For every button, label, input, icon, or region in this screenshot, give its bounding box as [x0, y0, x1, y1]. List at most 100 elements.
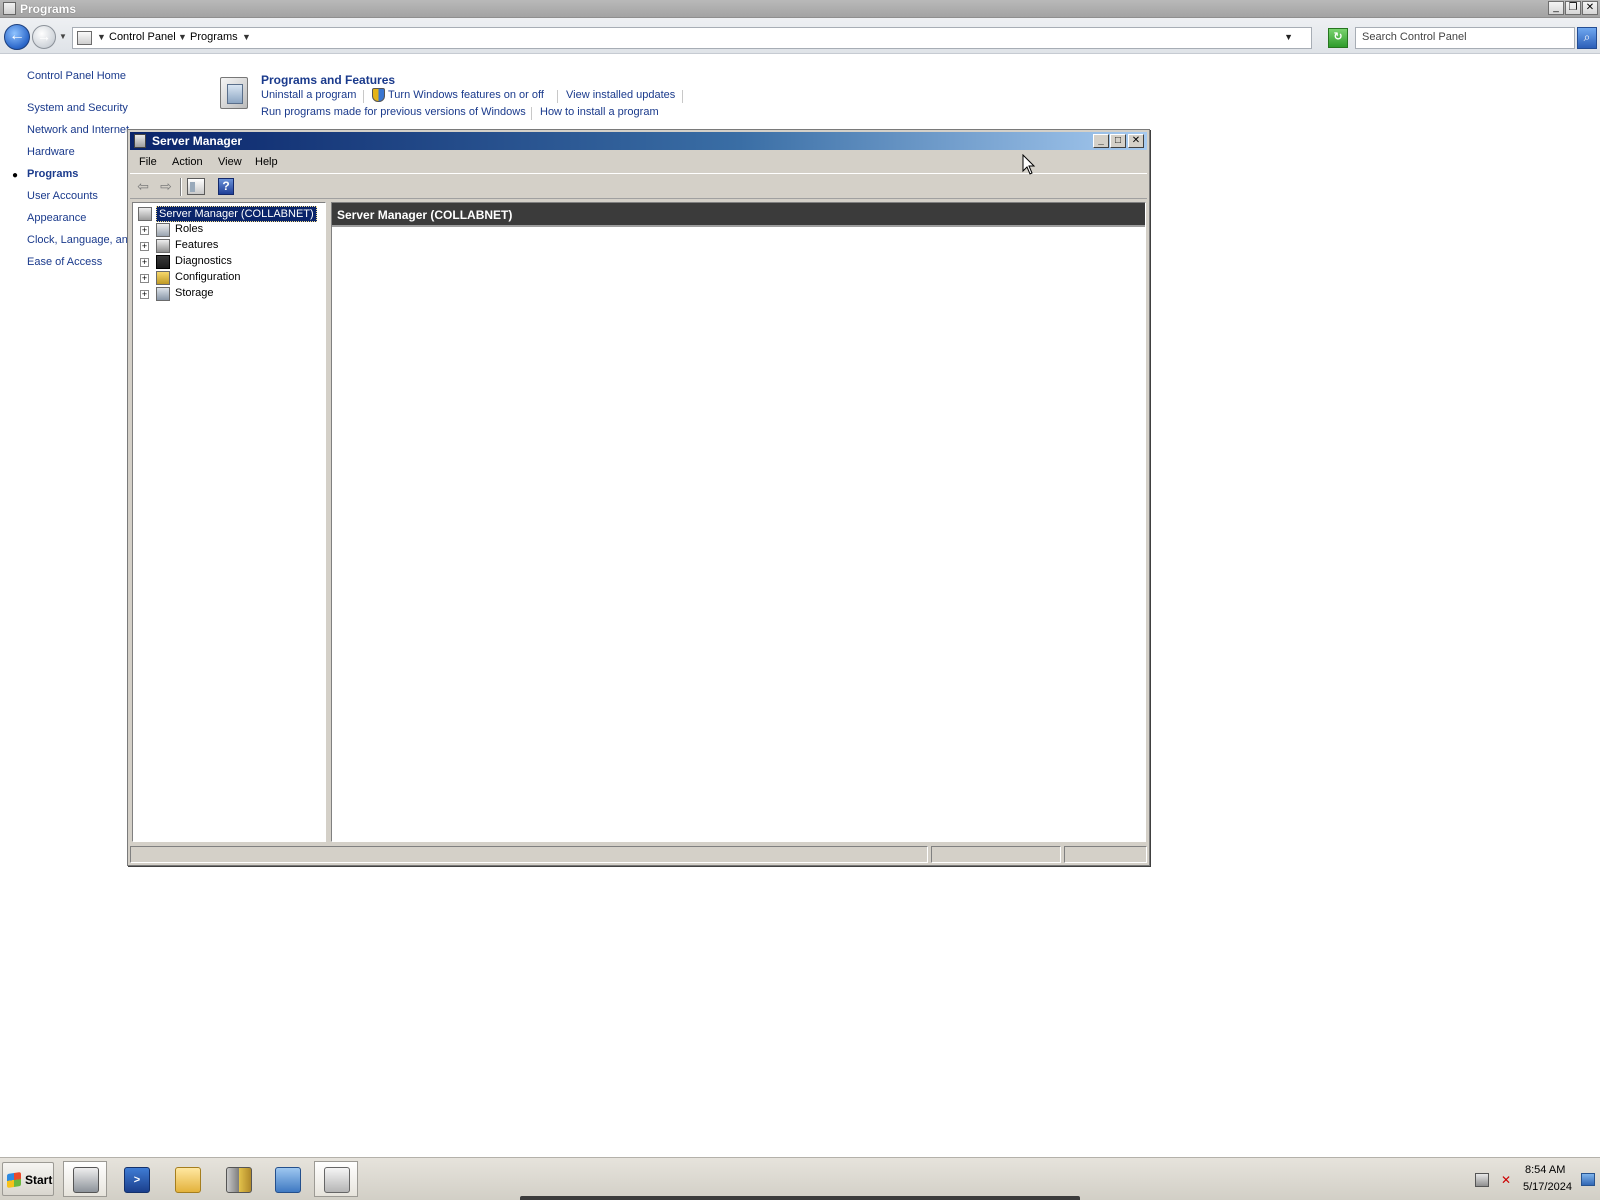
help-icon[interactable]: ? — [218, 178, 234, 195]
link-separator — [531, 107, 532, 120]
taskbar-admin-tools[interactable] — [216, 1161, 260, 1197]
start-button[interactable]: Start — [2, 1162, 54, 1196]
nav-user-accounts[interactable]: User Accounts — [27, 190, 98, 202]
uac-shield-icon — [372, 88, 385, 102]
tree-node-features[interactable]: + Features — [133, 238, 323, 254]
sm-close-button[interactable]: ✕ — [1128, 134, 1144, 148]
taskbar-control-panel[interactable] — [265, 1161, 309, 1197]
tree-label-features[interactable]: Features — [175, 239, 218, 251]
link-separator — [682, 90, 683, 103]
nav-clock-language-region[interactable]: Clock, Language, and Region — [27, 234, 130, 246]
search-input[interactable]: Search Control Panel — [1355, 27, 1575, 49]
breadcrumb-programs[interactable]: Programs — [190, 31, 238, 43]
tree-label-roles[interactable]: Roles — [175, 223, 203, 235]
diagnostics-icon — [156, 255, 170, 269]
clock-date[interactable]: 5/17/2024 — [1523, 1181, 1572, 1193]
expand-icon[interactable]: + — [140, 258, 149, 267]
nav-control-panel-home[interactable]: Control Panel Home — [27, 70, 126, 82]
tree-root-node[interactable]: Server Manager (COLLABNET) — [133, 206, 323, 222]
configuration-icon — [156, 271, 170, 285]
menu-action[interactable]: Action — [172, 156, 203, 168]
show-hide-console-tree-icon[interactable] — [187, 178, 205, 195]
breadcrumb-control-panel[interactable]: Control Panel — [109, 31, 176, 43]
taskbar-server-manager[interactable] — [63, 1161, 107, 1197]
server-manager-window-icon — [134, 134, 146, 148]
link-separator — [363, 90, 364, 103]
view-installed-updates-link[interactable]: View installed updates — [566, 89, 675, 101]
forward-arrow-icon[interactable]: ⇨ — [156, 178, 176, 196]
show-desktop-icon[interactable] — [1581, 1173, 1595, 1186]
notification-area: ✕ 8:54 AM 5/17/2024 — [1463, 1161, 1600, 1198]
windows-logo-icon — [7, 1172, 21, 1188]
server-icon — [138, 207, 152, 221]
tree-label-storage[interactable]: Storage — [175, 287, 214, 299]
taskbar-explorer[interactable] — [165, 1161, 209, 1197]
nav-ease-of-access[interactable]: Ease of Access — [27, 256, 102, 268]
server-manager-window: Server Manager _ □ ✕ File Action View He… — [127, 129, 1150, 866]
expand-icon[interactable]: + — [140, 274, 149, 283]
tree-label-configuration[interactable]: Configuration — [175, 271, 240, 283]
minimize-button[interactable]: _ — [1548, 1, 1564, 15]
how-to-install-link[interactable]: How to install a program — [540, 106, 659, 118]
address-dropdown-icon[interactable]: ▼ — [1284, 32, 1293, 42]
nav-appearance[interactable]: Appearance — [27, 212, 86, 224]
nav-hardware[interactable]: Hardware — [27, 146, 75, 158]
sm-minimize-button[interactable]: _ — [1093, 134, 1109, 148]
details-pane-header: Server Manager (COLLABNET) — [332, 203, 1145, 227]
volume-muted-icon[interactable]: ✕ — [1499, 1173, 1513, 1187]
refresh-icon[interactable]: ↻ — [1328, 28, 1348, 48]
tree-node-configuration[interactable]: + Configuration — [133, 270, 323, 286]
control-panel-titlebar[interactable]: Programs _ ❐ ✕ — [0, 0, 1600, 18]
nav-network-and-internet[interactable]: Network and Internet — [27, 124, 130, 136]
features-icon — [156, 239, 170, 253]
menu-bar: File Action View Help — [130, 152, 1147, 172]
control-panel-window-icon — [3, 2, 16, 15]
tools-icon — [226, 1167, 252, 1193]
taskbar-programs[interactable] — [314, 1161, 358, 1197]
expand-icon[interactable]: + — [140, 226, 149, 235]
link-separator — [557, 90, 558, 103]
programs-and-features-heading[interactable]: Programs and Features — [261, 73, 395, 87]
run-older-programs-link[interactable]: Run programs made for previous versions … — [261, 106, 526, 118]
console-tree: Server Manager (COLLABNET) + Roles + Fea… — [132, 202, 326, 842]
back-arrow-icon[interactable]: ⇦ — [133, 178, 153, 196]
back-arrow-icon[interactable]: ← — [4, 24, 30, 50]
toolbar-separator — [180, 178, 182, 196]
tree-label-diagnostics[interactable]: Diagnostics — [175, 255, 232, 267]
taskbar: Start > ✕ 8:54 AM 5/17/2024 — [0, 1157, 1600, 1200]
address-bar[interactable]: ▼ Control Panel ▼ Programs ▼ ▼ — [72, 27, 1312, 49]
expand-icon[interactable]: + — [140, 242, 149, 251]
turn-windows-features-link[interactable]: Turn Windows features on or off — [388, 89, 544, 101]
network-icon[interactable] — [1475, 1173, 1489, 1187]
current-page-bullet-icon: ● — [12, 170, 19, 181]
status-pane-2 — [931, 846, 1061, 863]
address-toolbar: ← → ▼ ▼ Control Panel ▼ Programs ▼ ▼ ↻ S… — [0, 18, 1600, 54]
clock-time[interactable]: 8:54 AM — [1525, 1164, 1565, 1176]
nav-programs[interactable]: Programs — [27, 168, 78, 180]
recent-pages-chevron-icon[interactable]: ▼ — [59, 32, 67, 41]
tree-node-diagnostics[interactable]: + Diagnostics — [133, 254, 323, 270]
taskbar-powershell[interactable]: > — [114, 1161, 158, 1197]
tree-root-label[interactable]: Server Manager (COLLABNET) — [156, 206, 317, 222]
nav-system-and-security[interactable]: System and Security — [27, 102, 128, 114]
expand-icon[interactable]: + — [140, 290, 149, 299]
server-manager-icon — [73, 1167, 99, 1193]
server-manager-titlebar[interactable]: Server Manager _ □ ✕ — [130, 132, 1147, 150]
sm-maximize-button[interactable]: □ — [1110, 134, 1126, 148]
breadcrumb-chevron-icon[interactable]: ▼ — [97, 32, 106, 42]
menu-help[interactable]: Help — [255, 156, 278, 168]
search-icon[interactable]: ⌕ — [1577, 27, 1597, 49]
server-manager-window-title: Server Manager — [152, 134, 243, 148]
bottom-edge-bar — [520, 1196, 1080, 1200]
control-panel-icon — [77, 31, 92, 45]
menu-view[interactable]: View — [218, 156, 242, 168]
tree-node-storage[interactable]: + Storage — [133, 286, 323, 302]
close-button[interactable]: ✕ — [1582, 1, 1598, 15]
tree-node-roles[interactable]: + Roles — [133, 222, 323, 238]
breadcrumb-chevron-icon[interactable]: ▼ — [178, 32, 187, 42]
uninstall-program-link[interactable]: Uninstall a program — [261, 89, 356, 101]
forward-arrow-icon[interactable]: → — [32, 25, 56, 49]
restore-button[interactable]: ❐ — [1565, 1, 1581, 15]
menu-file[interactable]: File — [139, 156, 157, 168]
breadcrumb-chevron-icon[interactable]: ▼ — [242, 32, 251, 42]
